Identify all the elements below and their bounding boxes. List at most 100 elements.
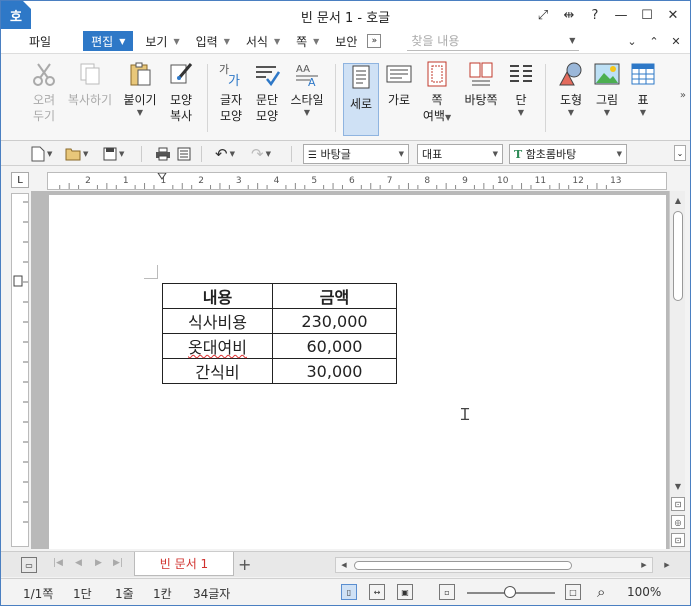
horizontal-scrollbar[interactable]: ◀ ▶ — [335, 557, 653, 573]
chevron-down-icon[interactable]: ⌄ — [624, 31, 640, 51]
menu-security[interactable]: 보안 — [327, 29, 365, 53]
page-target-icon[interactable]: ◎ — [671, 515, 685, 529]
shapes-button[interactable]: 도형 ▼ — [555, 60, 587, 118]
horizontal-ruler[interactable]: 2 1 1 2 3 4 5 6 7 8 9 10 11 12 13 — [47, 172, 667, 190]
copy-button[interactable]: 복사하기 — [67, 60, 113, 108]
format-brush-icon — [167, 60, 195, 88]
menu-view[interactable]: 보기 ▼ — [137, 29, 187, 53]
ribbon-more-icon[interactable]: » — [680, 90, 686, 101]
table-cell[interactable]: 옷대여비 — [162, 333, 273, 359]
page-up-icon[interactable]: ⊡ — [671, 497, 685, 511]
save-button[interactable]: ▼ — [103, 145, 124, 163]
ruler-tab-selector[interactable]: L — [11, 172, 29, 188]
full-page-view-icon[interactable]: ▣ — [397, 584, 413, 600]
table-cell[interactable]: 230,000 — [272, 308, 397, 334]
page-margins-button[interactable]: 쪽 여백▼ — [421, 60, 453, 124]
menu-file[interactable]: 파일 — [21, 29, 59, 53]
page-bg-button[interactable]: 바탕쪽 — [459, 60, 503, 108]
horizontal-scroll-thumb[interactable] — [354, 561, 572, 570]
ruler-tick-label: 6 — [349, 176, 355, 186]
page-bg-icon — [467, 60, 495, 88]
paste-button[interactable]: 붙이기 ▼ — [121, 60, 159, 118]
chevron-down-icon: ▼ — [567, 108, 575, 117]
menu-edit[interactable]: 편집 ▼ — [83, 31, 134, 51]
chevron-down-icon: ▼ — [83, 150, 89, 158]
menu-format[interactable]: 서식 ▼ — [238, 29, 288, 53]
scroll-right-icon[interactable]: ▶ — [638, 559, 650, 571]
redo-button[interactable]: ↷ ▼ — [251, 145, 271, 163]
char-shape-button[interactable]: 가가 글자 모양 — [215, 60, 247, 124]
zoom-level[interactable]: 100% — [627, 585, 661, 599]
table-row: 옷대여비 60,000 — [162, 333, 397, 359]
vertical-ruler[interactable] — [11, 193, 29, 547]
document-table[interactable]: 내용 금액 식사비용 230,000 옷대여비 60,000 간식비 30,00… — [162, 283, 397, 384]
scroll-down-icon[interactable]: ▼ — [671, 479, 685, 493]
font-select[interactable]: T 함초롬바탕 ▼ — [509, 144, 627, 164]
cut-button[interactable]: 오려 두기 — [29, 60, 59, 124]
close-doc-icon[interactable]: ✕ — [668, 31, 684, 51]
picture-button[interactable]: 그림 ▼ — [591, 60, 623, 118]
preview-button[interactable] — [177, 145, 191, 163]
undo-button[interactable]: ↶ ▼ — [215, 145, 235, 163]
fullscreen-icon[interactable]: ⤢ — [530, 5, 556, 25]
maximize-button[interactable]: ☐ — [634, 5, 660, 25]
columns-button[interactable]: 단 ▼ — [507, 60, 535, 118]
ruler-tick-label: 3 — [236, 176, 242, 186]
menu-page[interactable]: 쪽 ▼ — [288, 29, 327, 53]
tab-document[interactable]: 빈 문서 1 — [134, 552, 234, 576]
table-cell[interactable]: 30,000 — [272, 358, 397, 384]
chevron-down-icon[interactable]: ▼ — [569, 36, 575, 45]
zoom-in-icon[interactable]: □ — [565, 584, 581, 600]
folder-icon — [65, 148, 81, 161]
minimize-button[interactable]: — — [608, 5, 634, 25]
menu-bar: 파일 편집 ▼ 보기 ▼ 입력 ▼ 서식 ▼ 쪽 ▼ 보안 » 찾을 내용 ▼ ⌄ ⌃ ✕ — [1, 29, 690, 53]
menu-insert[interactable]: 입력 ▼ — [188, 29, 238, 53]
find-input[interactable]: 찾을 내용 ▼ — [407, 31, 580, 51]
split-view-icon[interactable]: ▶ — [661, 559, 673, 571]
close-button[interactable]: ✕ — [660, 5, 686, 25]
table-cell[interactable]: 간식비 — [162, 358, 273, 384]
add-tab-button[interactable]: + — [238, 555, 251, 574]
tab-list-icon[interactable]: ▭ — [21, 557, 37, 573]
document-canvas[interactable]: 내용 금액 식사비용 230,000 옷대여비 60,000 간식비 30,00… — [31, 191, 669, 549]
new-doc-button[interactable]: ▼ — [31, 145, 52, 163]
scroll-left-icon[interactable]: ◀ — [338, 559, 350, 571]
page-down-icon[interactable]: ⊡ — [671, 533, 685, 547]
magnifier-icon[interactable]: ⌕ — [597, 583, 605, 601]
font-language-select[interactable]: 대표 ▼ — [417, 144, 503, 164]
resize-width-icon[interactable]: ⇹ — [556, 5, 582, 25]
para-shape-button[interactable]: 문단 모양 — [251, 60, 283, 124]
zoom-out-icon[interactable]: ▫ — [439, 584, 455, 600]
page-view-icon[interactable]: ▯ — [341, 584, 357, 600]
app-window: 호 빈 문서 1 - 호글 ⤢ ⇹ ? — ☐ ✕ 파일 편집 ▼ 보기 ▼ 입력 ▼… — [0, 0, 691, 606]
scroll-up-icon[interactable]: ▲ — [671, 193, 685, 207]
vertical-scroll-thumb[interactable] — [673, 211, 683, 301]
toolbar-expand-icon[interactable]: ⌄ — [674, 145, 686, 161]
table-cell[interactable]: 금액 — [272, 283, 397, 309]
style-select[interactable]: ☰ 바탕글 ▼ — [303, 144, 409, 164]
width-view-icon[interactable]: ↔ — [369, 584, 385, 600]
zoom-slider-handle[interactable] — [504, 586, 516, 598]
next-tab-icon[interactable]: ▶ — [95, 558, 102, 568]
table-cell[interactable]: 60,000 — [272, 333, 397, 359]
table-button[interactable]: 표 ▼ — [629, 60, 657, 118]
chevron-down-icon: ▼ — [603, 108, 611, 117]
last-tab-icon[interactable]: ▶| — [113, 558, 123, 568]
table-cell[interactable]: 식사비용 — [162, 308, 273, 334]
portrait-button[interactable]: 세로 — [343, 63, 379, 136]
format-copy-button[interactable]: 모양 복사 — [165, 60, 197, 124]
style-button[interactable]: AA A 스타일 ▼ — [289, 60, 325, 118]
table-cell[interactable]: 내용 — [162, 283, 273, 309]
prev-tab-icon[interactable]: ◀ — [75, 558, 82, 568]
status-page[interactable]: 1/1쪽 — [23, 585, 53, 602]
help-button[interactable]: ? — [582, 5, 608, 25]
print-button[interactable] — [155, 145, 171, 163]
menu-more-icon[interactable]: » — [367, 34, 382, 48]
first-tab-icon[interactable]: |◀ — [53, 558, 63, 568]
chevron-up-icon[interactable]: ⌃ — [646, 31, 662, 51]
menu-right-controls: ⌄ ⌃ ✕ — [624, 31, 684, 51]
landscape-button[interactable]: 가로 — [383, 60, 415, 108]
open-button[interactable]: ▼ — [65, 145, 88, 163]
vertical-scrollbar[interactable]: ▲ ▼ ⊡ ◎ ⊡ — [669, 191, 685, 549]
page[interactable]: 내용 금액 식사비용 230,000 옷대여비 60,000 간식비 30,00… — [49, 195, 666, 549]
